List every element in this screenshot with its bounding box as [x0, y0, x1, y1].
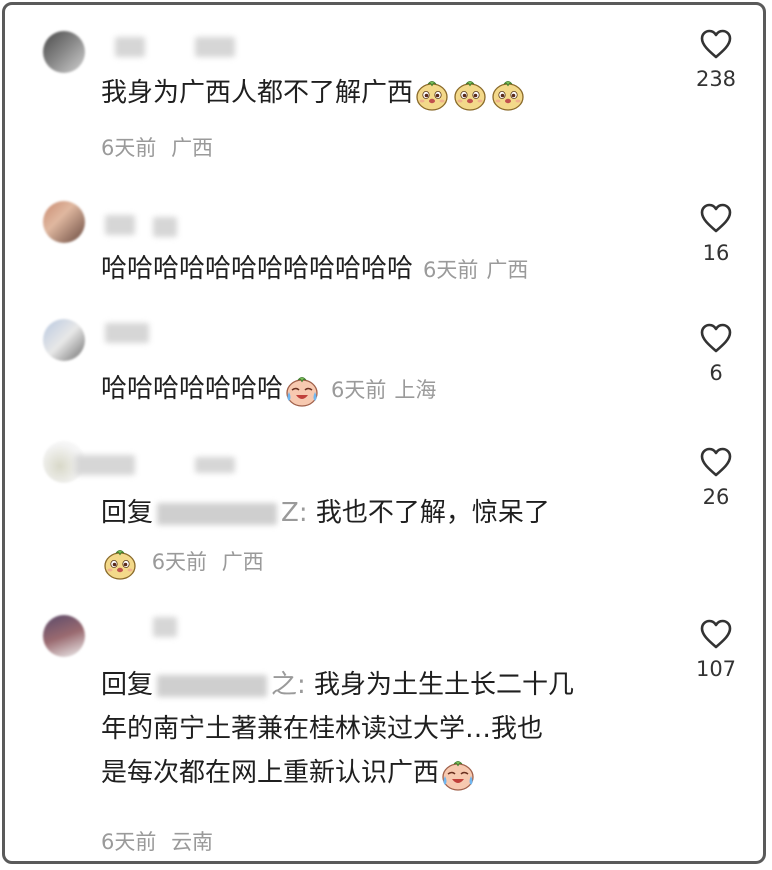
avatar[interactable] [43, 31, 85, 73]
comment-location: 广西 [221, 550, 264, 574]
comment-location: 广西 [171, 136, 214, 160]
reply-target-tail[interactable]: 之: [271, 670, 306, 700]
like-count: 6 [709, 361, 723, 385]
comment-body-line-3: 是每次都在网上重新认识广西 [101, 758, 440, 788]
comment-text: 我身为广西人都不了解广西 [101, 71, 653, 115]
reply-prefix: 回复 [101, 498, 154, 528]
username-blurred[interactable] [115, 37, 145, 57]
username-blurred[interactable] [75, 455, 135, 475]
comment-meta: 6天前 广西 [101, 545, 264, 581]
username-blurred[interactable] [153, 217, 177, 237]
avatar[interactable] [43, 615, 85, 657]
laugh-cry-emoji [284, 372, 320, 408]
comment-body: 哈哈哈哈哈哈哈哈哈哈哈哈 [101, 254, 414, 284]
comment-text: 哈哈哈哈哈哈哈 6天前 上海 [101, 367, 653, 412]
heart-outline-icon[interactable] [699, 323, 733, 353]
like-count: 107 [695, 657, 737, 681]
username-blurred[interactable] [105, 215, 135, 235]
comment-body: 我身为广西人都不了解广西 [101, 78, 414, 108]
comment-body-line-1: 我身为土生土长二十几 [314, 670, 575, 700]
comment-time: 6天前 [423, 258, 479, 282]
comment-text: 哈哈哈哈哈哈哈哈哈哈哈哈 6天前 广西 [101, 247, 653, 292]
username-blurred[interactable] [153, 617, 177, 637]
comment-body: 哈哈哈哈哈哈哈 [101, 374, 284, 404]
comment-location: 广西 [486, 258, 529, 282]
heart-outline-icon[interactable] [699, 29, 733, 59]
heart-outline-icon[interactable] [699, 203, 733, 233]
reply-target-blurred[interactable] [157, 502, 278, 525]
avatar[interactable] [43, 319, 85, 361]
like-count: 16 [702, 241, 730, 265]
comment-time: 6天前 [101, 830, 157, 854]
comment-line-3: 是每次都在网上重新认识广西 [101, 751, 663, 795]
comment-meta: 6天前 广西 [101, 133, 213, 163]
comment-body: 我也不了解，惊呆了 [315, 498, 550, 528]
like-button[interactable]: 26 [681, 447, 751, 509]
username-blurred[interactable] [195, 37, 235, 57]
comment-list: 我身为广西人都不了解广西 6天前 广西 238 哈哈哈哈哈哈哈哈哈哈哈哈 6天前广… [2, 2, 766, 864]
like-button[interactable]: 238 [681, 29, 751, 91]
like-button[interactable]: 16 [681, 203, 751, 265]
username-blurred[interactable] [105, 323, 149, 343]
avatar[interactable] [43, 201, 85, 243]
comment-body-line-2: 年的南宁土著兼在桂林读过大学…我也 [101, 714, 544, 744]
heart-outline-icon[interactable] [699, 619, 733, 649]
comment-text: 回复 之: 我身为土生土长二十几 年的南宁土著兼在桂林读过大学…我也 是每次都在网… [101, 663, 663, 795]
comment-location: 云南 [171, 830, 214, 854]
like-button[interactable]: 107 [681, 619, 751, 681]
comment-location: 上海 [394, 378, 437, 402]
reply-target-blurred[interactable] [157, 674, 268, 697]
comment-line-1: 回复 之: 我身为土生土长二十几 [101, 663, 663, 707]
like-count: 26 [702, 485, 730, 509]
comment-time: 6天前 [331, 378, 387, 402]
comment-time: 6天前 [151, 550, 208, 574]
doge-bun-emoji [452, 76, 488, 112]
doge-bun-emoji [102, 545, 138, 581]
heart-outline-icon[interactable] [699, 447, 733, 477]
like-count: 238 [695, 67, 737, 91]
reply-prefix: 回复 [101, 670, 154, 700]
comment-meta: 6天前 云南 [101, 827, 213, 857]
username-blurred[interactable] [195, 457, 235, 473]
comment-time: 6天前 [101, 136, 157, 160]
like-button[interactable]: 6 [681, 323, 751, 385]
doge-bun-emoji [490, 76, 526, 112]
laugh-cry-emoji [440, 756, 476, 792]
doge-bun-emoji [414, 76, 450, 112]
comment-text: 回复 Z: 我也不了解，惊呆了 [101, 491, 653, 535]
reply-target-tail[interactable]: Z: [281, 498, 308, 528]
